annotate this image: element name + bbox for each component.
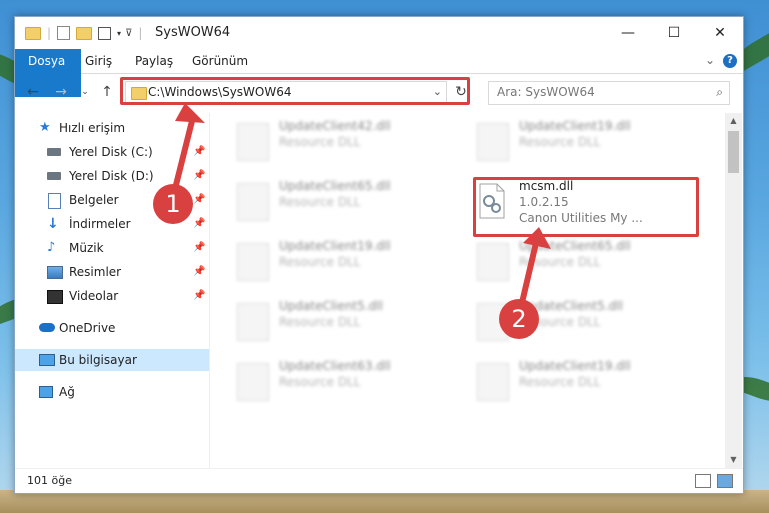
step-1-badge: 1 (153, 184, 193, 224)
step-2-badge: 2 (499, 299, 539, 339)
arrow-2-head (523, 227, 551, 249)
arrow-2-line (518, 240, 539, 310)
annotation-arrows (170, 103, 551, 310)
arrow-1-head (175, 103, 205, 123)
explorer-window: | ▾ ⊽ | SysWOW64 — ☐ ✕ Dosya Giriş Payla… (14, 16, 744, 494)
